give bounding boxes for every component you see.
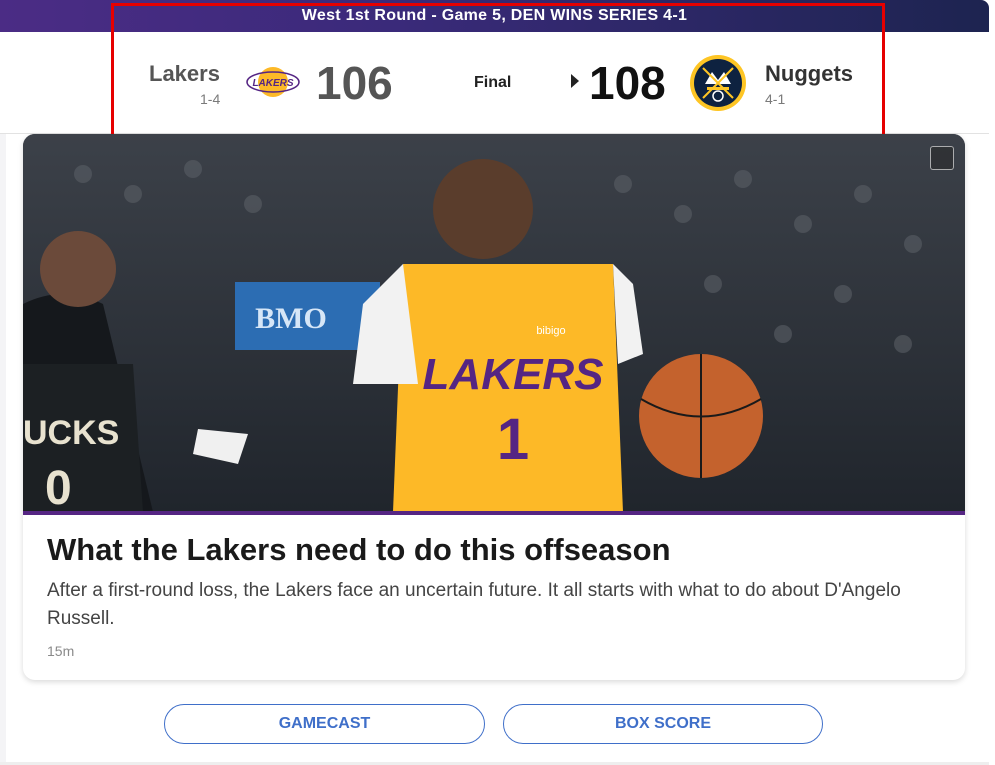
away-team-name[interactable]: Lakers [149, 61, 220, 87]
box-score-button[interactable]: BOX SCORE [503, 704, 823, 744]
away-score: 106 [316, 57, 393, 109]
series-banner: West 1st Round - Game 5, DEN WINS SERIES… [0, 0, 989, 32]
jersey-text: LAKERS [423, 350, 604, 399]
article-summary: After a first-round loss, the Lakers fac… [47, 580, 901, 629]
winner-arrow-icon [571, 74, 579, 88]
article-card[interactable]: BMO UCKS 0 LAKERS 1 bibigo What the Lake… [23, 134, 965, 680]
home-score: 108 [589, 57, 666, 109]
opponent-jersey-text: UCKS [23, 414, 119, 452]
image-gallery-icon[interactable] [930, 146, 954, 170]
game-status: Final [474, 74, 512, 91]
opponent-jersey-number: 0 [45, 462, 72, 512]
photo-accent-strip [23, 511, 965, 515]
article-timestamp: 15m [47, 643, 75, 659]
jersey-number: 1 [497, 407, 529, 472]
scoreboard[interactable]: Lakers 1-4 LAKERS 106 Final 108 Nuggets … [0, 32, 989, 134]
lakers-logo-text: LAKERS [252, 78, 293, 89]
home-team-record: 4-1 [765, 91, 786, 107]
article-headline[interactable]: What the Lakers need to do this offseaso… [47, 532, 671, 568]
arena-signage: BMO [255, 302, 327, 335]
article-photo[interactable]: BMO UCKS 0 LAKERS 1 bibigo [23, 134, 965, 512]
lakers-logo: LAKERS [246, 64, 300, 100]
series-banner-text: West 1st Round - Game 5, DEN WINS SERIES… [301, 7, 688, 24]
gamecast-button[interactable]: GAMECAST [164, 704, 485, 744]
nuggets-logo [689, 54, 747, 112]
sponsor-patch: bibigo [536, 325, 565, 337]
home-team-name[interactable]: Nuggets [765, 61, 853, 87]
away-team-record: 1-4 [200, 91, 221, 107]
